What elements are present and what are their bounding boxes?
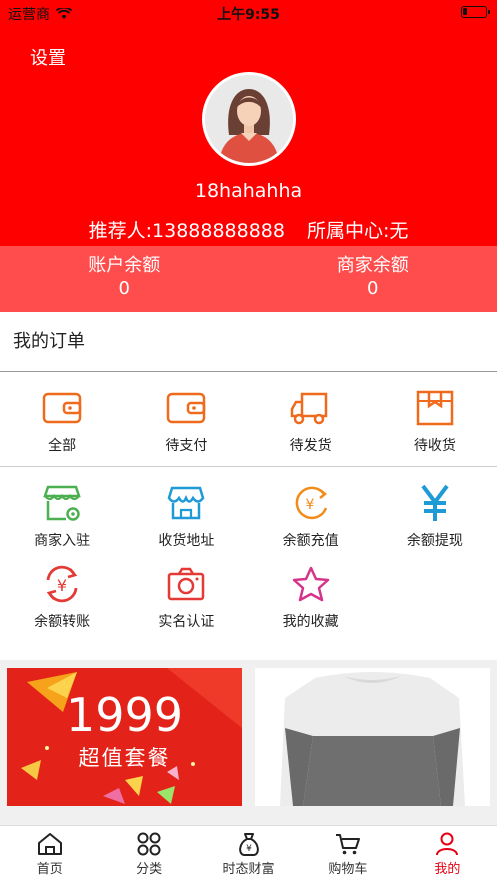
promo-price: 1999: [65, 688, 184, 742]
wallet-icon: [42, 392, 82, 424]
camera-icon: [168, 567, 205, 601]
services-row-1: 商家入驻 收货地址 ¥ 余额充值 余额提现: [0, 467, 497, 555]
order-status-row: 全部 待支付 待发货 待收货: [0, 372, 497, 467]
promo-banner-package[interactable]: 1999 超值套餐: [7, 668, 242, 806]
svg-text:¥: ¥: [305, 497, 314, 513]
tab-wealth-label: 时态财富: [222, 862, 275, 877]
my-favorites-label: 我的收藏: [282, 614, 339, 630]
order-all-label: 全部: [48, 438, 77, 454]
package-icon: [416, 390, 454, 426]
empty-cell: [373, 563, 497, 643]
account-balance-label: 账户余额: [88, 255, 161, 276]
cart-icon: [335, 834, 360, 855]
order-unpaid[interactable]: 待支付: [124, 387, 248, 466]
services-row-2: ¥ 余额转账 实名认证 我的收藏: [0, 555, 497, 643]
tab-cart[interactable]: 购物车: [298, 826, 397, 883]
shipping-address[interactable]: 收货地址: [124, 482, 248, 555]
tab-category-label: 分类: [136, 862, 163, 877]
orders-title[interactable]: 我的订单: [0, 312, 497, 372]
merchant-balance-value: 0: [367, 278, 379, 299]
order-to-receive-label: 待收货: [413, 438, 456, 454]
my-favorites[interactable]: 我的收藏: [249, 563, 373, 643]
user-icon: [436, 832, 459, 856]
wallet-icon: [167, 392, 206, 424]
tab-cart-label: 购物车: [328, 862, 368, 877]
star-icon: [292, 566, 329, 602]
balance-withdraw[interactable]: 余额提现: [373, 482, 497, 555]
order-all[interactable]: 全部: [0, 387, 124, 466]
tab-wealth[interactable]: ¥ 时态财富: [199, 826, 298, 883]
merchant-join[interactable]: 商家入驻: [0, 482, 124, 555]
referrer-line: 推荐人:13888888888 所属中心:无: [0, 216, 497, 243]
yen-transfer-icon: ¥: [46, 565, 78, 603]
orders-panel: 我的订单 全部 待支付 待发货 待收货 商家入驻 收货地址 ¥ 余额充值 余额提…: [0, 312, 497, 660]
merchant-balance[interactable]: 商家余额 0: [249, 246, 497, 312]
order-to-ship[interactable]: 待发货: [249, 387, 373, 466]
avatar[interactable]: [202, 72, 296, 166]
status-bar: 运营商 上午9:55: [0, 0, 497, 24]
merchant-balance-label: 商家余额: [336, 255, 409, 276]
settings-button[interactable]: 设置: [30, 44, 66, 70]
balance-recharge-label: 余额充值: [282, 533, 339, 549]
balance-withdraw-label: 余额提现: [406, 533, 463, 549]
promo-subtitle: 超值套餐: [78, 746, 171, 770]
clock: 上午9:55: [217, 7, 280, 23]
tab-bar: 首页 分类 ¥ 时态财富 购物车 我的: [0, 825, 497, 883]
shipping-address-label: 收货地址: [158, 533, 215, 549]
referrer-text: 推荐人:13888888888: [88, 220, 285, 242]
battery-icon: [461, 6, 490, 18]
balance-transfer-label: 余额转账: [34, 614, 91, 630]
order-to-receive[interactable]: 待收货: [373, 387, 497, 466]
profile-header: 设置 18hahahha 推荐人:13888888888 所属中心:无: [0, 24, 497, 246]
yen-recharge-icon: ¥: [295, 486, 327, 520]
truck-icon: [290, 392, 327, 425]
store-settings-icon: [43, 485, 81, 521]
avatar-image: [205, 75, 293, 163]
tab-home[interactable]: 首页: [0, 826, 99, 883]
real-name-auth-label: 实名认证: [158, 614, 215, 630]
svg-text:¥: ¥: [57, 576, 67, 595]
username: 18hahahha: [194, 180, 303, 202]
tab-category[interactable]: 分类: [99, 826, 198, 883]
order-to-ship-label: 待发货: [289, 438, 332, 454]
battery-level: [463, 8, 467, 15]
category-icon: [137, 832, 161, 856]
real-name-auth[interactable]: 实名认证: [124, 563, 248, 643]
tab-mine-label: 我的: [434, 862, 461, 877]
tab-mine[interactable]: 我的: [398, 826, 497, 883]
order-unpaid-label: 待支付: [165, 438, 208, 454]
promo-banner-product[interactable]: [255, 668, 490, 806]
merchant-join-label: 商家入驻: [34, 533, 91, 549]
center-text: 所属中心:无: [306, 220, 409, 242]
account-balance-value: 0: [118, 278, 130, 299]
balance-recharge[interactable]: ¥ 余额充值: [249, 482, 373, 555]
promo-section: 1999 超值套餐: [0, 660, 497, 825]
tab-home-label: 首页: [36, 862, 63, 877]
account-balance[interactable]: 账户余额 0: [0, 246, 249, 312]
shop-icon: [168, 486, 205, 520]
home-icon: [37, 833, 62, 855]
svg-text:¥: ¥: [246, 844, 252, 854]
sweater-image: [255, 668, 490, 806]
yen-icon: [421, 484, 449, 521]
balance-transfer[interactable]: ¥ 余额转账: [0, 563, 124, 643]
balance-row: 账户余额 0 商家余额 0: [0, 246, 497, 312]
money-bag-icon: ¥: [238, 833, 259, 856]
